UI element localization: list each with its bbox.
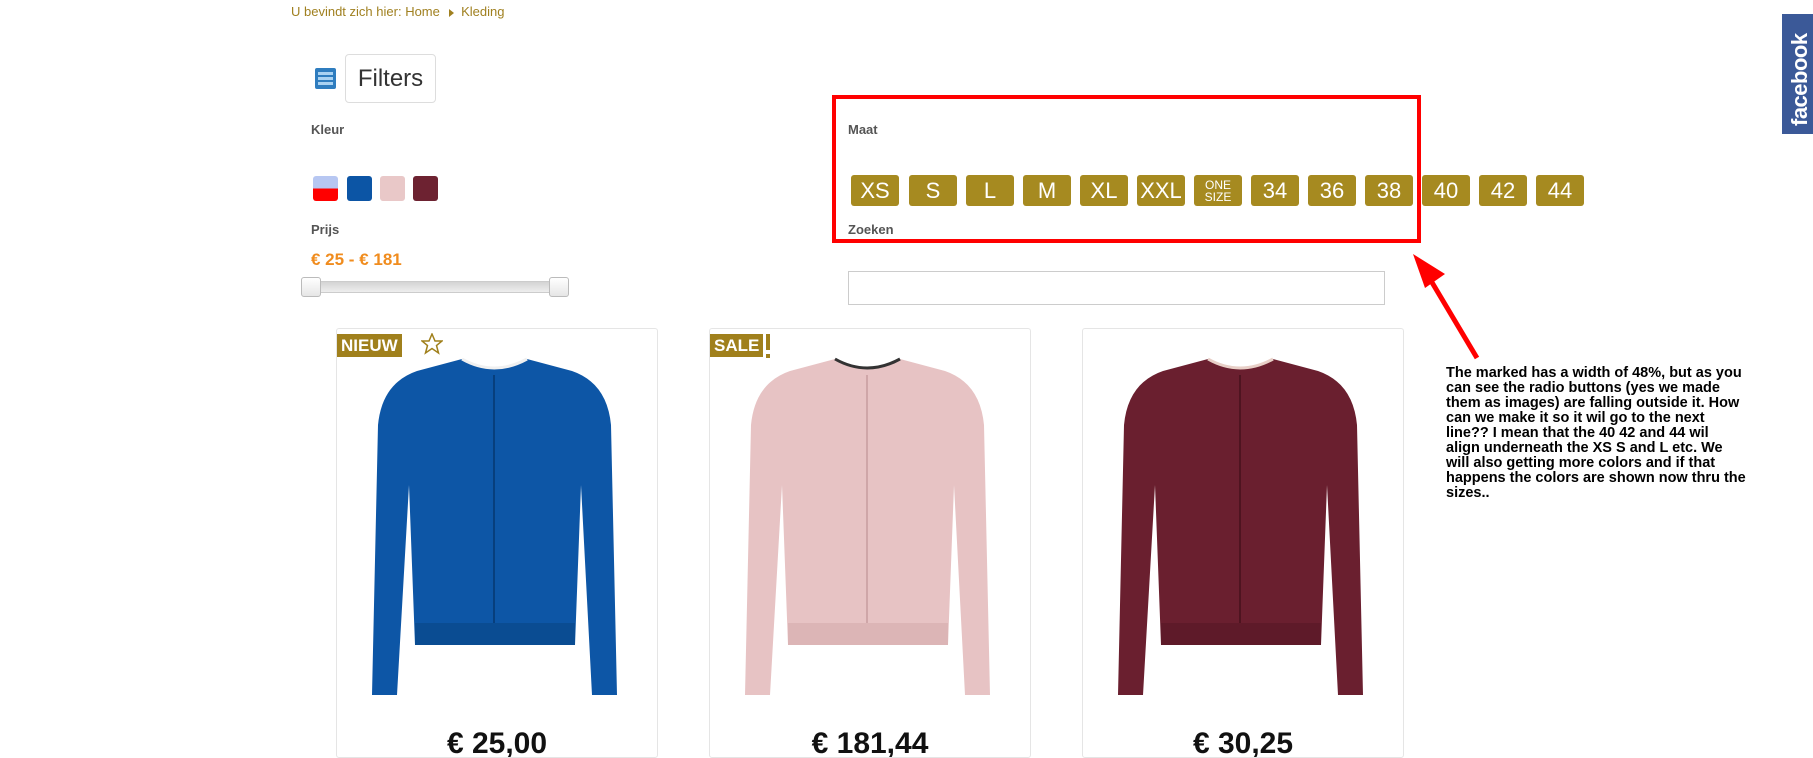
size-button-44[interactable]: 44 <box>1536 175 1584 206</box>
facebook-tab[interactable]: facebook <box>1782 14 1813 134</box>
product-image[interactable] <box>740 355 995 707</box>
size-button-42[interactable]: 42 <box>1479 175 1527 206</box>
product-price: € 30,25 <box>1192 727 1294 758</box>
price-range-text: € 25 - € 181 <box>311 250 402 269</box>
product-image[interactable] <box>367 355 622 707</box>
color-swatch-pink[interactable] <box>380 176 405 201</box>
kleur-label: Kleur <box>311 122 345 137</box>
color-swatch-burgundy[interactable] <box>413 176 438 201</box>
badge-sale: SALE <box>710 334 764 357</box>
product-price: € 25,00 <box>446 727 548 758</box>
product-price: € 181,44 <box>811 727 929 758</box>
price-slider-min-handle[interactable] <box>301 277 321 297</box>
color-swatch-blue[interactable] <box>347 176 372 201</box>
product-card[interactable]: € 30,25 <box>1082 328 1404 758</box>
search-input[interactable] <box>848 271 1385 305</box>
filters-button[interactable]: Filters <box>345 54 436 103</box>
breadcrumb-prefix: U bevindt zich hier: <box>291 4 402 19</box>
prijs-label: Prijs <box>311 222 340 237</box>
breadcrumb-home-link[interactable]: Home <box>405 4 440 19</box>
badge-nieuw: NIEUW <box>337 334 402 357</box>
annotation-text: The marked has a width of 48%, but as yo… <box>1446 365 1746 501</box>
color-swatch-multi[interactable] <box>313 176 338 201</box>
product-card[interactable]: NIEUW € 25,00 <box>336 328 658 758</box>
menu-icon[interactable] <box>315 68 336 89</box>
breadcrumb-current[interactable]: Kleding <box>461 4 504 19</box>
product-image[interactable] <box>1113 355 1368 707</box>
product-card[interactable]: SALE € 181,44 <box>709 328 1031 758</box>
facebook-tab-label: facebook <box>1787 33 1812 126</box>
chevron-right-icon <box>448 8 454 17</box>
breadcrumb: U bevindt zich hier: Home Kleding <box>291 4 505 19</box>
size-button-40[interactable]: 40 <box>1422 175 1470 206</box>
highlight-box <box>832 95 1421 243</box>
star-icon <box>421 333 443 355</box>
price-slider-max-handle[interactable] <box>549 277 569 297</box>
annotation-arrow-icon <box>1413 254 1480 360</box>
price-slider-track[interactable] <box>303 281 569 293</box>
